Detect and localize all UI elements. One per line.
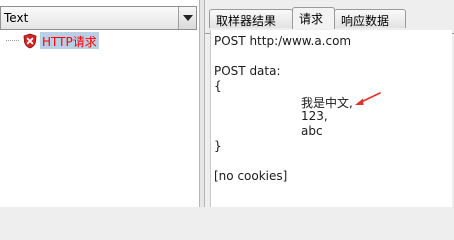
results-tree: HTTP请求	[0, 30, 197, 207]
open-brace: {	[214, 79, 222, 93]
arrow-icon	[355, 92, 381, 105]
renderer-select[interactable]: Text	[0, 6, 197, 30]
tab-response-data[interactable]: 响应数据	[334, 9, 406, 28]
details-panel: 取样器结果 请求 响应数据 POST http:/www.a.com POST …	[205, 0, 454, 207]
tab-request[interactable]: 请求	[292, 7, 335, 29]
tree-connector	[6, 40, 19, 41]
post-data-label: POST data:	[214, 64, 281, 78]
results-tree-panel: Text HTTP请求	[0, 0, 199, 207]
details-tabs: 取样器结果 请求 响应数据	[205, 6, 454, 34]
post-data-line-3: abc	[301, 124, 323, 138]
request-text-area[interactable]: POST http:/www.a.com POST data: { 我是中文, …	[210, 30, 452, 207]
chevron-down-icon[interactable]	[178, 7, 196, 29]
tree-node-label[interactable]: HTTP请求	[40, 32, 99, 49]
tab-sampler-result[interactable]: 取样器结果	[209, 9, 293, 28]
post-data-line-2: 123,	[301, 109, 328, 123]
close-brace: }	[214, 139, 222, 153]
shield-x-icon	[23, 33, 37, 49]
renderer-select-value: Text	[4, 11, 29, 25]
request-url-line: POST http:/www.a.com	[214, 34, 352, 48]
cookies-line: [no cookies]	[214, 169, 288, 183]
